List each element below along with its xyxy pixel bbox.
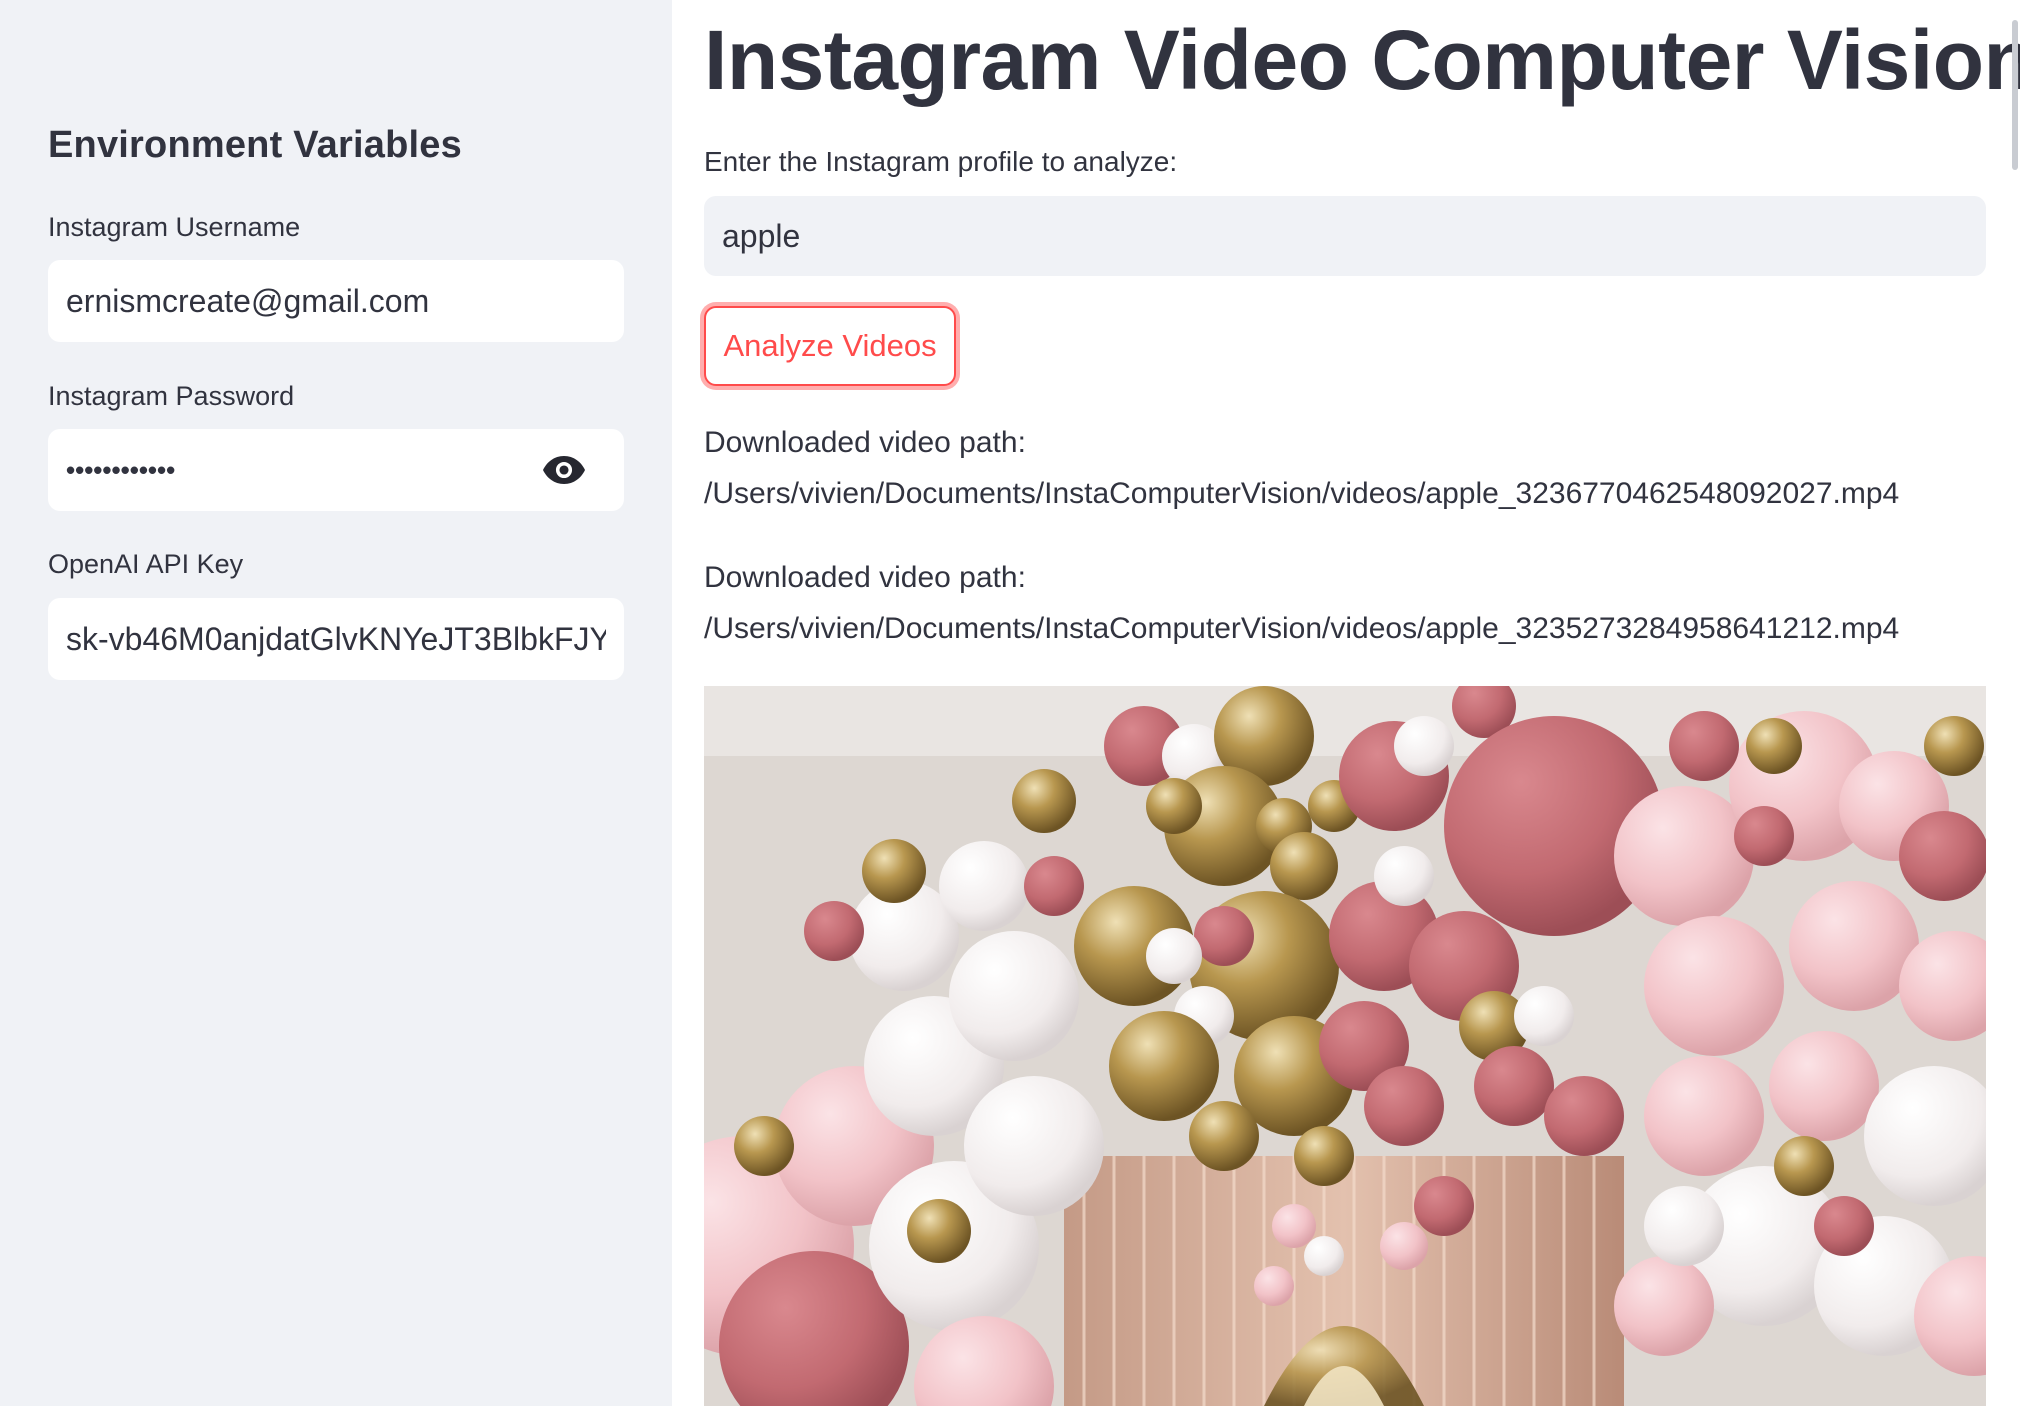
api-key-label: OpenAI API Key	[48, 549, 244, 579]
username-value: ernismcreate@gmail.com	[66, 282, 430, 319]
download-path: /Users/vivien/Documents/InstaComputerVis…	[704, 477, 1900, 510]
api-key-field[interactable]: sk-vb46M0anjdatGlvKNYeJT3BlbkFJYF77	[48, 598, 624, 680]
show-password-button[interactable]	[536, 442, 592, 498]
main-content: Instagram Video Computer Vision Enter th…	[672, 0, 2020, 1406]
username-label: Instagram Username	[48, 212, 301, 242]
profile-input-value: apple	[722, 217, 801, 254]
sidebar: Environment Variables Instagram Username…	[0, 0, 672, 1406]
username-field[interactable]: ernismcreate@gmail.com	[48, 260, 624, 342]
profile-input[interactable]: apple	[704, 196, 1986, 276]
scrollbar[interactable]	[2012, 20, 2018, 170]
api-key-value: sk-vb46M0anjdatGlvKNYeJT3BlbkFJYF77	[66, 620, 606, 657]
password-field[interactable]: ••••••••••••	[48, 429, 624, 511]
download-message: Downloaded video path: /Users/vivien/Doc…	[704, 417, 1899, 519]
download-label: Downloaded video path:	[704, 561, 1026, 594]
video-frame-image	[704, 686, 1986, 1406]
password-value: ••••••••••••	[66, 454, 176, 485]
password-label: Instagram Password	[48, 381, 295, 411]
download-path: /Users/vivien/Documents/InstaComputerVis…	[704, 612, 1900, 645]
page-title: Instagram Video Computer Vision	[704, 13, 2020, 107]
download-message: Downloaded video path: /Users/vivien/Doc…	[704, 552, 1899, 654]
app-window: Environment Variables Instagram Username…	[0, 0, 2020, 1406]
analyze-videos-button[interactable]: Analyze Videos	[704, 306, 956, 386]
sidebar-heading: Environment Variables	[48, 124, 462, 166]
video-player[interactable]	[704, 686, 1986, 1406]
download-label: Downloaded video path:	[704, 426, 1026, 459]
profile-label: Enter the Instagram profile to analyze:	[704, 146, 1178, 177]
eye-icon	[543, 456, 585, 484]
